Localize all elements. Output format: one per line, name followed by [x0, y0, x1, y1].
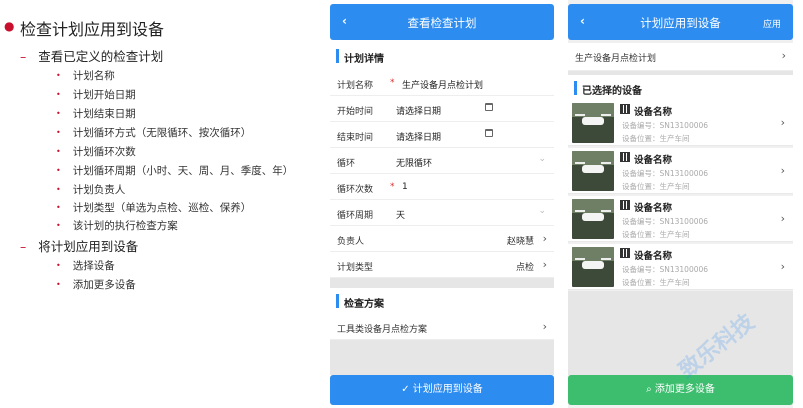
outline-item: • 计划循环方式（无限循环、按次循环）	[56, 127, 252, 139]
section-marker	[336, 49, 339, 63]
nav-bar: ‹ 计划应用到设备 应用	[568, 4, 793, 40]
chevron-right-icon: ›	[542, 232, 547, 245]
section-marker	[336, 294, 339, 308]
chevron-right-icon: ›	[780, 116, 785, 129]
outline-item: • 选择设备	[56, 260, 115, 272]
outline-item: • 计划类型（单选为点检、巡检、保养）	[56, 202, 252, 214]
required-mark: *	[390, 78, 395, 88]
device-card[interactable]: 设备名称 设备编号：SN13100006 设备位置：生产车间 ›	[568, 196, 793, 242]
field-plan-name[interactable]: 计划名称 * 生产设备月点检计划	[330, 70, 554, 96]
outline-item: • 计划负责人	[56, 184, 126, 196]
chevron-down-icon: ⌄	[538, 154, 546, 164]
chevron-right-icon: ›	[780, 164, 785, 177]
dash-icon: –	[20, 49, 27, 64]
outline-heading: – 查看已定义的检查计划	[20, 49, 164, 64]
section-selected-devices: 已选择的设备	[568, 75, 793, 101]
chevron-right-icon: ›	[542, 320, 547, 333]
bullet-icon: •	[56, 280, 61, 289]
section-divider	[330, 278, 554, 288]
check-icon: ✓	[401, 384, 410, 395]
scheme-row[interactable]: 工具类设备月点检方案 ›	[330, 314, 554, 340]
qrcode-icon	[620, 248, 630, 258]
outline-item: • 计划名称	[56, 70, 115, 82]
outline-item: • 添加更多设备	[56, 279, 136, 291]
slide-outline: ● 检查计划应用到设备 – 查看已定义的检查计划 • 计划名称 • 计划开始日期 • 计…	[4, 19, 294, 291]
plan-detail-screen: ‹ 查看检查计划 计划详情 计划名称 * 生产设备月点检计划 开始时间 请选择日…	[330, 0, 554, 408]
required-mark: *	[390, 182, 395, 192]
outline-item: • 计划结束日期	[56, 108, 136, 120]
field-loop-count[interactable]: 循环次数 * 1	[330, 174, 554, 200]
apply-action-button[interactable]: 应用	[763, 17, 781, 30]
calendar-icon[interactable]	[485, 103, 493, 111]
bullet-icon: •	[56, 109, 61, 118]
calendar-icon[interactable]	[485, 129, 493, 137]
field-start-date[interactable]: 开始时间 请选择日期	[330, 96, 554, 122]
outline-item: • 计划开始日期	[56, 89, 136, 101]
chevron-right-icon: ›	[780, 212, 785, 225]
field-plan-type[interactable]: 计划类型 点检 ›	[330, 252, 554, 278]
field-owner[interactable]: 负责人 赵晓慧 ›	[330, 226, 554, 252]
plan-select-row[interactable]: 生产设备月点检计划 ›	[568, 43, 793, 71]
bullet-icon: •	[56, 261, 61, 270]
chevron-right-icon: ›	[780, 260, 785, 273]
field-loop-period[interactable]: 循环周期 天 ⌄	[330, 200, 554, 226]
bullet-icon: •	[56, 147, 61, 156]
bullet-icon: •	[56, 185, 61, 194]
qrcode-icon	[620, 104, 630, 114]
device-thumbnail	[572, 103, 614, 143]
empty-area	[330, 340, 554, 375]
bullet-icon: •	[56, 128, 61, 137]
field-end-date[interactable]: 结束时间 请选择日期	[330, 122, 554, 148]
section-marker	[574, 81, 577, 95]
bullet-icon: •	[56, 90, 61, 99]
bullet-icon: •	[56, 71, 61, 80]
device-card[interactable]: 设备名称 设备编号：SN13100006 设备位置：生产车间 ›	[568, 148, 793, 194]
field-loop[interactable]: 循环 无限循环 ⌄	[330, 148, 554, 174]
device-thumbnail	[572, 151, 614, 191]
device-thumbnail	[572, 199, 614, 239]
outline-item: • 计划循环次数	[56, 146, 136, 158]
apply-devices-screen: ‹ 计划应用到设备 应用 生产设备月点检计划 › 已选择的设备 设备名称 设备编…	[568, 0, 793, 408]
bullet-icon: •	[56, 203, 61, 212]
page-title: 计划应用到设备	[640, 16, 721, 30]
apply-plan-button[interactable]: ✓ 计划应用到设备	[330, 375, 554, 405]
device-card[interactable]: 设备名称 设备编号：SN13100006 设备位置：生产车间 ›	[568, 100, 793, 146]
outline-item: • 该计划的执行检查方案	[56, 220, 178, 232]
chevron-down-icon: ⌄	[538, 206, 546, 216]
bullet-icon: ●	[4, 19, 15, 33]
nav-bar: ‹ 查看检查计划	[330, 4, 554, 40]
bullet-icon: •	[56, 221, 61, 230]
qrcode-icon	[620, 200, 630, 210]
outline-item: • 计划循环周期（小时、天、周、月、季度、年）	[56, 165, 294, 177]
bullet-icon: •	[56, 166, 61, 175]
device-thumbnail	[572, 247, 614, 287]
outline-heading: – 将计划应用到设备	[20, 239, 139, 254]
chevron-right-icon: ›	[781, 49, 786, 62]
section-scheme: 检查方案	[330, 288, 554, 314]
dash-icon: –	[20, 239, 27, 254]
page-title: 查看检查计划	[407, 16, 477, 30]
device-card[interactable]: 设备名称 设备编号：SN13100006 设备位置：生产车间 ›	[568, 244, 793, 290]
chevron-right-icon: ›	[542, 258, 547, 271]
search-icon: ⌕	[646, 384, 652, 395]
qrcode-icon	[620, 152, 630, 162]
section-plan-detail: 计划详情	[330, 43, 554, 69]
